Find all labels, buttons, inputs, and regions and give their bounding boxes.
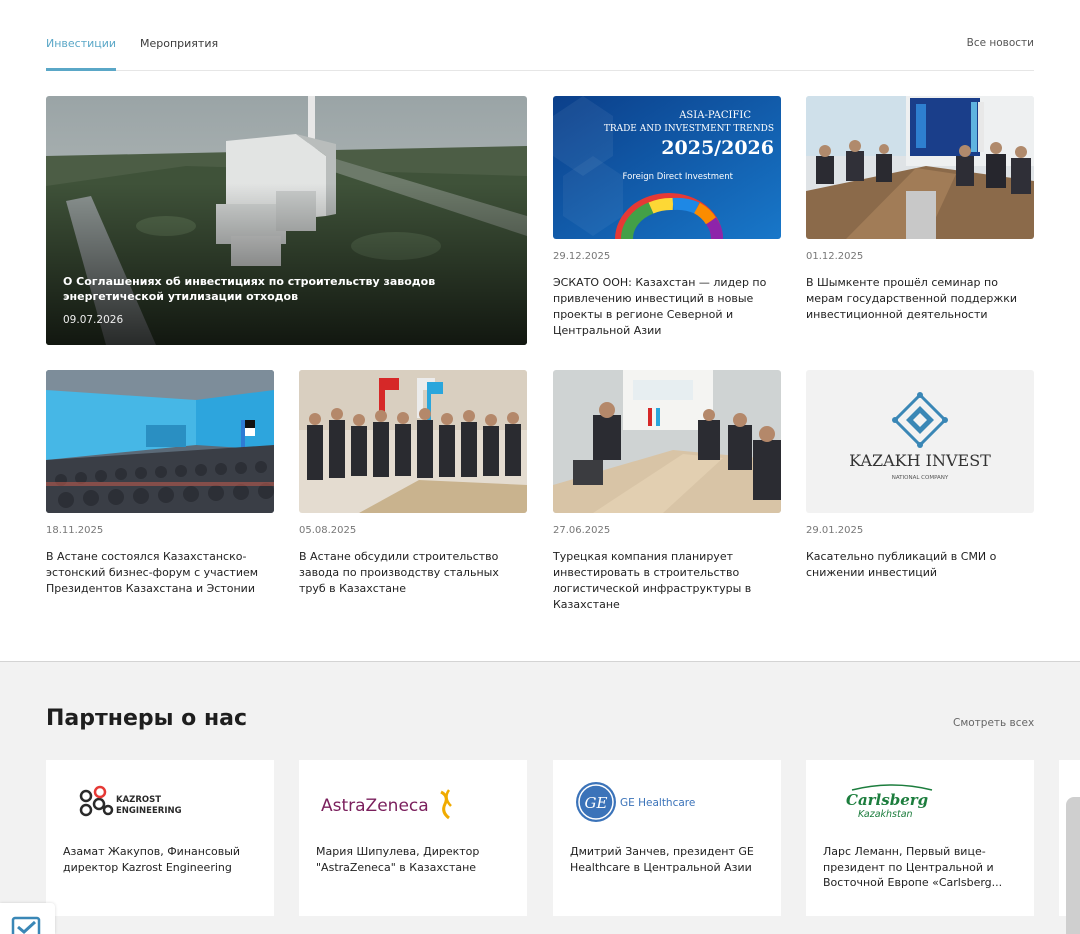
news-title: В Астане состоялся Казахстанско-эстонски… <box>46 550 259 595</box>
news-tabs-bar: Инвестиции Мероприятия Все новости <box>46 0 1034 71</box>
tab-events[interactable]: Мероприятия <box>140 37 218 50</box>
news-title: В Астане обсудили строительство завода п… <box>299 550 499 595</box>
active-tab-indicator <box>46 68 116 71</box>
news-date: 18.11.2025 <box>46 525 104 536</box>
news-date: 05.08.2025 <box>299 525 357 536</box>
featured-news-card[interactable]: О Соглашениях об инвестициях по строител… <box>46 96 527 345</box>
news-date: 27.06.2025 <box>553 525 611 536</box>
asia-pacific-line1: ASIA-PACIFIC <box>678 110 751 121</box>
asia-pacific-line2: TRADE AND INVESTMENT TRENDS <box>604 124 774 134</box>
partner-quote-author: Мария Шипулева, Директор "AstraZeneca" в… <box>316 845 480 874</box>
asia-pacific-line3: 2025/2026 <box>661 137 774 159</box>
see-all-partners-link[interactable]: Смотреть всех <box>953 717 1034 729</box>
tab-investments[interactable]: Инвестиции <box>46 37 116 50</box>
carousel-scroll-handle[interactable] <box>1066 797 1080 934</box>
partners-title: Партнеры о нас <box>46 706 248 731</box>
carlsberg-logo: Carlsberg Kazakhstan <box>846 784 933 820</box>
news-date: 29.12.2025 <box>553 251 611 262</box>
kazrost-logo: KAZROST ENGINEERING <box>79 785 182 817</box>
svg-text:KAZROST: KAZROST <box>116 795 161 805</box>
news-title: Турецкая компания планирует инвестироват… <box>553 550 752 611</box>
svg-text:Kazakhstan: Kazakhstan <box>858 809 913 820</box>
news-image: KAZAKH INVEST NATIONAL COMPANY <box>806 370 1034 513</box>
news-image <box>553 370 781 513</box>
news-image <box>299 370 527 513</box>
accessibility-widget[interactable] <box>0 903 55 934</box>
checkbox-icon <box>11 916 41 934</box>
partner-quote-author: Дмитрий Занчев, президент GE Healthcare … <box>570 845 754 874</box>
featured-news-image <box>46 96 527 345</box>
news-title: Касательно публикаций в СМИ о снижении и… <box>806 550 997 579</box>
partner-card[interactable]: AstraZeneca Мария Шипулева, Директор "As… <box>299 760 527 916</box>
news-image: ASIA-PACIFIC TRADE AND INVESTMENT TRENDS… <box>553 96 781 239</box>
partner-card[interactable]: GE GE Healthcare Дмитрий Занчев, президе… <box>553 760 781 916</box>
featured-news-date: 09.07.2026 <box>63 314 124 326</box>
partner-quote-author: Ларс Леманн, Первый вице-президент по Це… <box>823 845 1003 889</box>
all-news-link[interactable]: Все новости <box>967 37 1034 49</box>
news-image <box>806 96 1034 239</box>
news-image <box>46 370 274 513</box>
featured-news-title: О Соглашениях об инвестициях по строител… <box>63 275 436 303</box>
svg-text:GE Healthcare: GE Healthcare <box>620 797 695 809</box>
partner-card[interactable]: KAZROST ENGINEERING Азамат Жакупов, Фина… <box>46 760 274 916</box>
svg-text:Carlsberg: Carlsberg <box>846 791 928 809</box>
asia-pacific-line4: Foreign Direct Investment <box>623 172 734 182</box>
partner-card[interactable]: Carlsberg Kazakhstan Ларс Леманн, Первый… <box>806 760 1034 916</box>
astrazeneca-logo: AstraZeneca <box>321 789 452 820</box>
news-title: ЭСКАТО ООН: Казахстан — лидер по привлеч… <box>553 276 767 337</box>
svg-text:ENGINEERING: ENGINEERING <box>116 806 182 816</box>
partner-quote-author: Азамат Жакупов, Финансовый директор Kazr… <box>63 845 241 874</box>
svg-text:GE: GE <box>585 794 608 812</box>
news-date: 01.12.2025 <box>806 251 864 262</box>
kazakh-invest-name: KAZAKH INVEST <box>849 451 991 470</box>
news-title: В Шымкенте прошёл семинар по мерам госуд… <box>806 276 1018 321</box>
kazakh-invest-sub: NATIONAL COMPANY <box>892 475 949 481</box>
ge-healthcare-logo: GE GE Healthcare <box>576 782 695 822</box>
news-date: 29.01.2025 <box>806 525 864 536</box>
svg-text:AstraZeneca: AstraZeneca <box>321 796 429 816</box>
partners-section: Партнеры о нас Смотреть всех KAZROST ENG… <box>0 661 1080 934</box>
